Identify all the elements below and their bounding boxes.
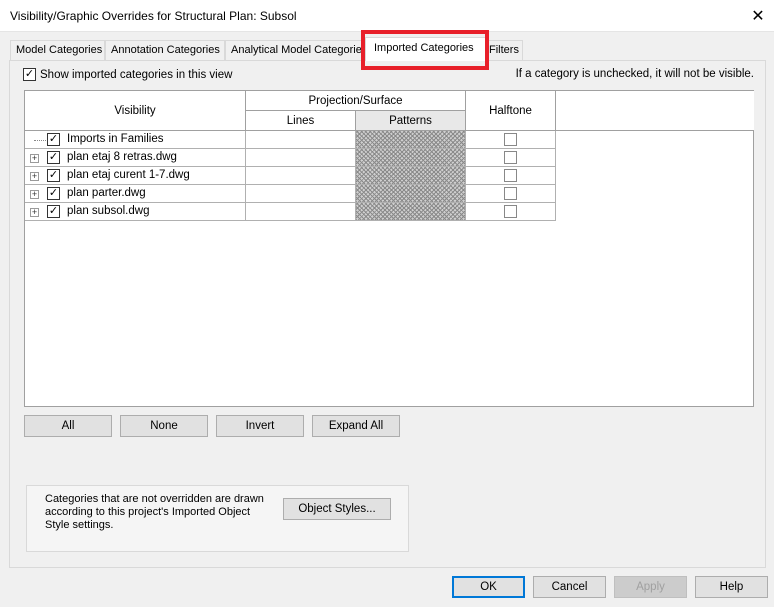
title-bar: Visibility/Graphic Overrides for Structu… (0, 0, 774, 32)
info-box: Categories that are not overridden are d… (26, 485, 409, 552)
header-projection-surface: Projection/Surface (246, 91, 466, 111)
halftone-cell (466, 167, 556, 185)
expand-all-button[interactable]: Expand All (312, 415, 400, 437)
row-name-cell: ✓ Imports in Families (25, 131, 246, 149)
expand-icon[interactable]: + (30, 208, 39, 217)
header-patterns[interactable]: Patterns (356, 111, 466, 131)
info-text: Categories that are not overridden are d… (45, 493, 264, 531)
table-row[interactable]: ✓ Imports in Families (25, 131, 556, 149)
tab-analytical-model-categories[interactable]: Analytical Model Categories (225, 40, 363, 60)
expand-icon[interactable]: + (30, 172, 39, 181)
highlight-box (361, 30, 489, 70)
patterns-cell[interactable] (356, 167, 466, 185)
ok-button[interactable]: OK (452, 576, 525, 598)
lines-cell[interactable] (246, 131, 356, 149)
patterns-cell[interactable] (356, 185, 466, 203)
lines-cell[interactable] (246, 185, 356, 203)
visibility-check-icon[interactable]: ✓ (47, 169, 60, 182)
close-icon[interactable]: ✕ (742, 0, 774, 32)
apply-button[interactable]: Apply (614, 576, 687, 598)
show-imported-label: Show imported categories in this view (40, 68, 233, 81)
header-halftone[interactable]: Halftone (466, 91, 556, 131)
lines-cell[interactable] (246, 203, 356, 221)
row-label: plan etaj curent 1-7.dwg (67, 169, 190, 181)
categories-grid: Visibility Projection/Surface Lines Patt… (24, 90, 754, 407)
table-row[interactable]: + ✓ plan subsol.dwg (25, 203, 556, 221)
visibility-check-icon[interactable]: ✓ (47, 151, 60, 164)
patterns-cell[interactable] (356, 203, 466, 221)
cancel-button[interactable]: Cancel (533, 576, 606, 598)
invert-button[interactable]: Invert (216, 415, 304, 437)
halftone-checkbox[interactable] (504, 151, 517, 164)
halftone-checkbox[interactable] (504, 205, 517, 218)
table-row[interactable]: + ✓ plan parter.dwg (25, 185, 556, 203)
halftone-cell (466, 185, 556, 203)
lines-cell[interactable] (246, 149, 356, 167)
row-name-cell: + ✓ plan parter.dwg (25, 185, 246, 203)
row-name-cell: + ✓ plan etaj 8 retras.dwg (25, 149, 246, 167)
show-imported-checkbox[interactable]: ✓ Show imported categories in this view (23, 68, 232, 81)
halftone-checkbox[interactable] (504, 187, 517, 200)
row-name-cell: + ✓ plan etaj curent 1-7.dwg (25, 167, 246, 185)
header-empty (556, 91, 754, 131)
object-styles-button[interactable]: Object Styles... (283, 498, 391, 520)
lines-cell[interactable] (246, 167, 356, 185)
help-button[interactable]: Help (695, 576, 768, 598)
show-imported-check-icon[interactable]: ✓ (23, 68, 36, 81)
row-name-cell: + ✓ plan subsol.dwg (25, 203, 246, 221)
expand-icon[interactable]: + (30, 190, 39, 199)
halftone-cell (466, 149, 556, 167)
visibility-check-icon[interactable]: ✓ (47, 187, 60, 200)
visibility-hint: If a category is unchecked, it will not … (515, 68, 754, 80)
tab-annotation-categories[interactable]: Annotation Categories (105, 40, 225, 60)
tab-model-categories[interactable]: Model Categories (10, 40, 105, 60)
row-label: Imports in Families (67, 133, 164, 145)
patterns-cell[interactable] (356, 131, 466, 149)
visibility-check-icon[interactable]: ✓ (47, 205, 60, 218)
row-label: plan etaj 8 retras.dwg (67, 151, 177, 163)
halftone-checkbox[interactable] (504, 169, 517, 182)
row-label: plan subsol.dwg (67, 205, 150, 217)
header-lines[interactable]: Lines (246, 111, 356, 131)
all-button[interactable]: All (24, 415, 112, 437)
table-row[interactable]: + ✓ plan etaj 8 retras.dwg (25, 149, 556, 167)
table-row[interactable]: + ✓ plan etaj curent 1-7.dwg (25, 167, 556, 185)
row-label: plan parter.dwg (67, 187, 146, 199)
tree-line (34, 140, 48, 141)
expand-icon[interactable]: + (30, 154, 39, 163)
halftone-checkbox[interactable] (504, 133, 517, 146)
tab-filters[interactable]: Filters (486, 40, 523, 60)
window-title: Visibility/Graphic Overrides for Structu… (10, 9, 297, 23)
halftone-cell (466, 203, 556, 221)
none-button[interactable]: None (120, 415, 208, 437)
header-visibility[interactable]: Visibility (25, 91, 246, 131)
halftone-cell (466, 131, 556, 149)
visibility-check-icon[interactable]: ✓ (47, 133, 60, 146)
patterns-cell[interactable] (356, 149, 466, 167)
